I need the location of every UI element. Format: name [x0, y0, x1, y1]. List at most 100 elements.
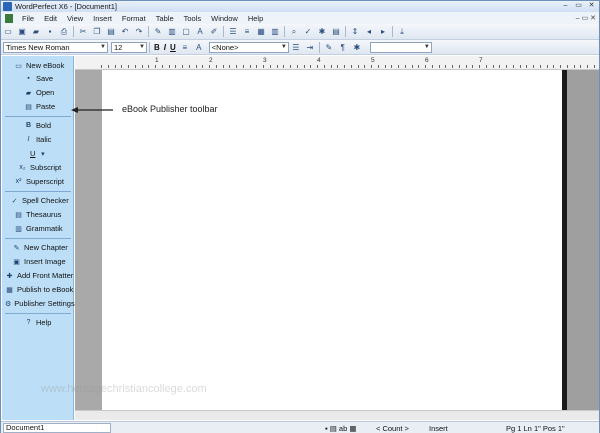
menu-tools[interactable]: Tools — [179, 14, 207, 23]
italic-icon: I — [27, 136, 30, 143]
chart-icon[interactable]: ▥ — [166, 26, 178, 38]
horizontal-ruler[interactable]: 1 2 3 4 5 6 7 — [75, 56, 599, 70]
numbering-icon[interactable]: ≡ — [241, 26, 253, 38]
new-document-icon[interactable]: ▭ — [2, 26, 14, 38]
outline-icon[interactable]: ☰ — [290, 41, 302, 53]
symbols-icon[interactable]: ✱ — [351, 41, 363, 53]
redo-icon[interactable]: ↷ — [133, 26, 145, 38]
publish-to-ebook-button[interactable]: ▦ Publish to eBook — [2, 283, 74, 296]
menu-file[interactable]: File — [17, 14, 39, 23]
copy-icon[interactable]: ❐ — [91, 26, 103, 38]
cut-icon[interactable]: ✂ — [77, 26, 89, 38]
spell-check-icon[interactable]: ✓ — [302, 26, 314, 38]
font-family-value: Times New Roman — [6, 42, 70, 52]
font-color-icon[interactable]: A — [193, 41, 205, 53]
bold-button[interactable]: B Bold — [2, 119, 74, 132]
italic-button[interactable]: I Italic — [2, 133, 74, 146]
save-icon[interactable]: ▪ — [44, 26, 56, 38]
chevron-down-icon: ▾ — [41, 150, 45, 158]
menu-help[interactable]: Help — [243, 14, 268, 23]
ruler-tick — [553, 65, 555, 68]
save-button[interactable]: ▪ Save — [2, 72, 74, 85]
ruler-tick — [411, 65, 413, 68]
spell-checker-button[interactable]: ✓ Spell Checker — [2, 194, 74, 207]
insert-mode[interactable]: Insert — [429, 424, 448, 433]
menu-format[interactable]: Format — [117, 14, 151, 23]
document-page[interactable] — [102, 70, 562, 410]
document-window-controls[interactable]: – ▭ ✕ — [576, 14, 596, 22]
italic-button[interactable]: I — [164, 43, 166, 52]
cursor-position[interactable]: Pg 1 Ln 1" Pos 1" — [506, 424, 565, 433]
thesaurus-button[interactable]: ▤ Thesaurus — [2, 208, 74, 221]
style-select[interactable]: <None> ▼ — [208, 41, 289, 53]
ruler-mark: 5 — [371, 57, 375, 64]
menu-view[interactable]: View — [62, 14, 88, 23]
insert-image-button[interactable]: ▣ Insert Image — [2, 255, 74, 268]
publish-icon[interactable]: ⤓ — [396, 26, 408, 38]
toolbar-separator — [148, 26, 149, 37]
justify-icon[interactable]: ≡ — [179, 41, 191, 53]
bullets-icon[interactable]: ☰ — [227, 26, 239, 38]
property-bar: Times New Roman ▼ 12 ▼ B I U ≡ A <None> … — [1, 40, 599, 55]
print-icon[interactable]: ⎙ — [58, 26, 70, 38]
format-painter-icon[interactable]: ✎ — [323, 41, 335, 53]
columns-icon[interactable]: ▥ — [269, 26, 281, 38]
superscript-button[interactable]: x² Superscript — [2, 175, 74, 188]
menu-edit[interactable]: Edit — [39, 14, 62, 23]
add-front-matter-button[interactable]: ✚ Add Front Matter — [2, 269, 74, 282]
paste-icon[interactable]: ▤ — [105, 26, 117, 38]
word-count[interactable]: < Count > — [376, 424, 409, 433]
horizontal-scrollbar[interactable] — [75, 410, 599, 420]
open-folder-icon[interactable]: ▰ — [30, 26, 42, 38]
ruler-tick — [519, 65, 521, 68]
new-ebook-button[interactable]: ▭ New eBook — [2, 59, 74, 72]
text-art-icon[interactable]: A — [194, 26, 206, 38]
bold-button[interactable]: B — [154, 43, 160, 52]
tools-icon[interactable]: ✱ — [316, 26, 328, 38]
close-button[interactable]: ✕ — [586, 1, 597, 10]
ruler-tick — [256, 65, 258, 68]
underline-button[interactable]: U — [170, 43, 176, 52]
draw-icon[interactable]: ✎ — [152, 26, 164, 38]
document-tab[interactable]: Document1 — [3, 422, 111, 433]
ruler-tick — [499, 65, 501, 68]
ruler-mark: 4 — [317, 57, 321, 64]
menu-bar: File Edit View Insert Format Table Tools… — [1, 12, 599, 24]
ruler-tick — [101, 65, 102, 68]
paste-button[interactable]: ▤ Paste — [2, 100, 74, 113]
grammatik-button[interactable]: ▥ Grammatik — [2, 222, 74, 235]
forward-icon[interactable]: ▸ — [377, 26, 389, 38]
ruler-tick — [539, 65, 541, 68]
reveal-codes-icon[interactable]: ⇕ — [349, 26, 361, 38]
minimize-button[interactable]: – — [560, 1, 571, 10]
property-select[interactable]: ▼ — [369, 41, 432, 53]
ruler-tick — [506, 65, 507, 68]
publisher-settings-button[interactable]: ⚙ Publisher Settings — [2, 297, 75, 310]
highlight-icon[interactable]: ✐ — [208, 26, 220, 38]
indent-icon[interactable]: ⇥ — [304, 41, 316, 53]
new-from-project-icon[interactable]: ▣ — [16, 26, 28, 38]
ruler-tick — [202, 65, 204, 68]
maximize-button[interactable]: ▭ — [573, 1, 584, 10]
open-button[interactable]: ▰ Open — [2, 86, 74, 99]
new-chapter-button[interactable]: ✎ New Chapter — [2, 241, 74, 254]
subscript-button[interactable]: x₂ Subscript — [2, 161, 74, 174]
back-icon[interactable]: ◂ — [363, 26, 375, 38]
document-icon[interactable] — [5, 13, 13, 23]
menu-table[interactable]: Table — [151, 14, 179, 23]
annotation-arrow-icon — [71, 107, 113, 113]
ruler-tick — [107, 65, 109, 68]
zoom-icon[interactable]: ⌕ — [288, 26, 300, 38]
table-icon[interactable]: ▦ — [255, 26, 267, 38]
undo-icon[interactable]: ↶ — [119, 26, 131, 38]
help-button[interactable]: ? Help — [2, 316, 74, 329]
font-family-select[interactable]: Times New Roman ▼ — [3, 41, 108, 53]
underline-button[interactable]: U ▾ — [2, 147, 74, 160]
status-icons[interactable]: ▪ ▤ ab ▦ — [325, 424, 356, 433]
font-size-select[interactable]: 12 ▼ — [111, 41, 147, 53]
menu-window[interactable]: Window — [206, 14, 243, 23]
text-box-icon[interactable]: ▢ — [180, 26, 192, 38]
pdf-icon[interactable]: ▤ — [330, 26, 342, 38]
menu-insert[interactable]: Insert — [88, 14, 117, 23]
paragraph-icon[interactable]: ¶ — [337, 41, 349, 53]
